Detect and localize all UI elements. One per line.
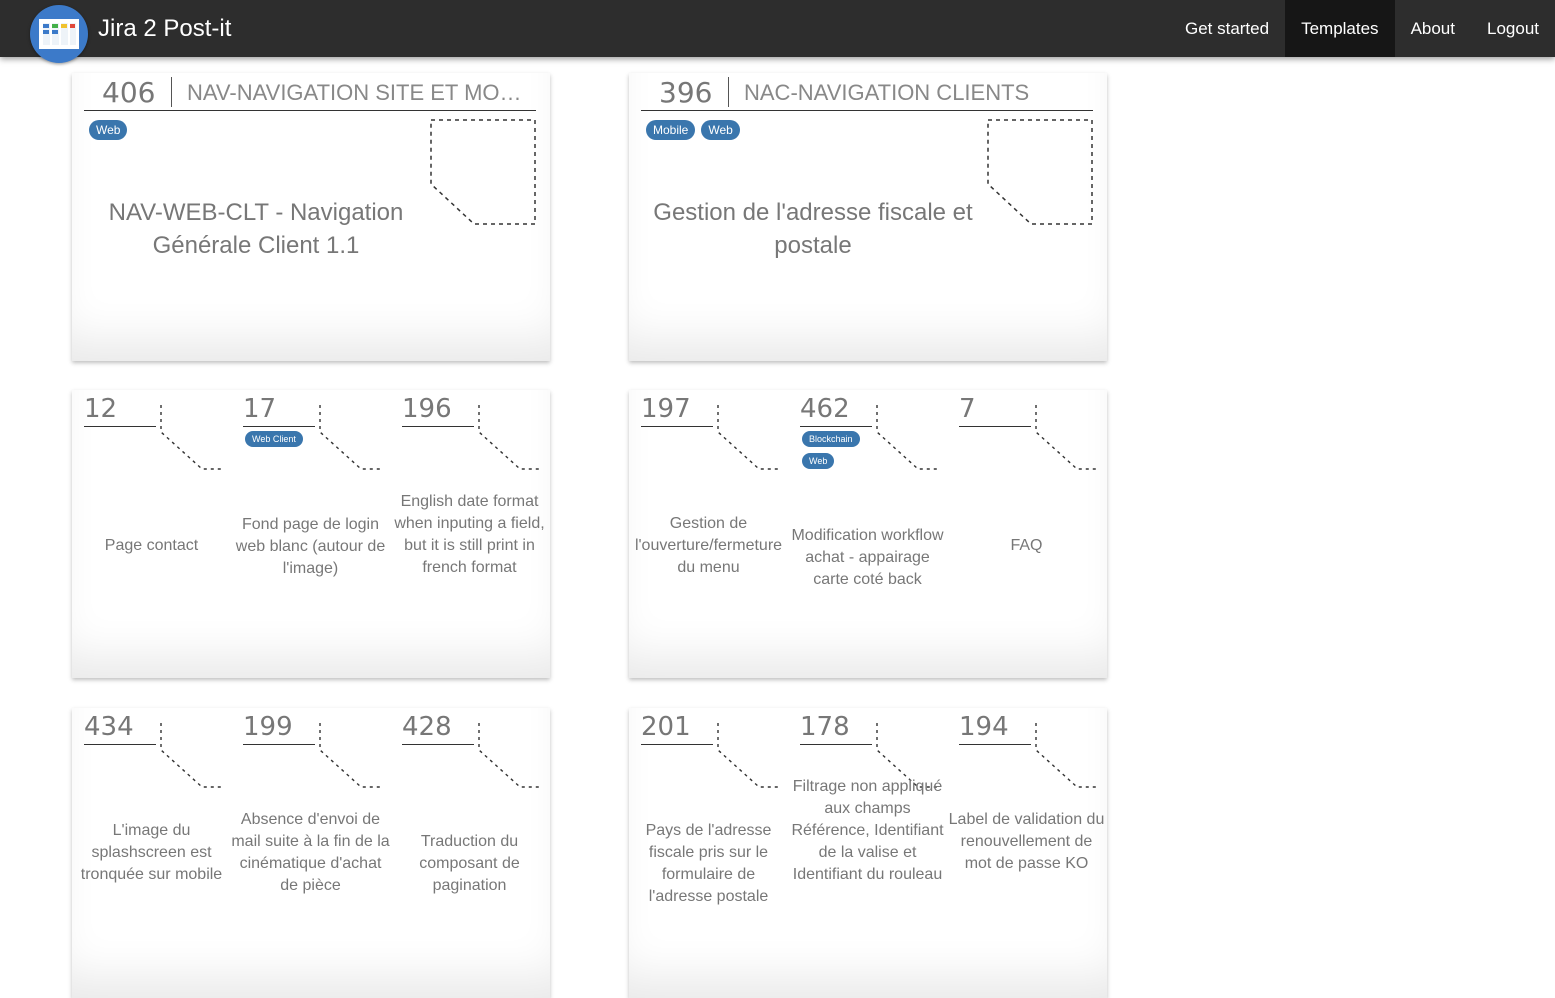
mini-issue[interactable]: 201 Pays de l'adresse fiscale pris sur l… <box>629 708 788 998</box>
epic-card: 396 NAC-NAVIGATION CLIENTS Mobile Web Ge… <box>629 73 1107 361</box>
issue-key: 196 <box>402 392 474 427</box>
issue-key: 396 <box>659 76 713 109</box>
mini-issue[interactable]: 197 Gestion de l'ouverture/fermeture du … <box>629 390 788 678</box>
folded-corner-icon <box>1035 723 1099 788</box>
app-logo-icon[interactable] <box>30 5 88 63</box>
nav-get-started[interactable]: Get started <box>1169 0 1285 57</box>
nav-about[interactable]: About <box>1395 0 1471 57</box>
mini-issue[interactable]: 178 Filtrage non appliqué aux champs Réf… <box>788 708 947 998</box>
folded-corner-icon <box>717 723 781 788</box>
tag-badge: Web Client <box>245 431 303 447</box>
mini-issue[interactable]: 194 Label de validation du renouvellemen… <box>947 708 1106 998</box>
issue-summary: English date format when inputing a fiel… <box>394 493 545 576</box>
nav-logout[interactable]: Logout <box>1471 0 1555 57</box>
epic-card: 406 NAV-NAVIGATION SITE ET MOBILE Web NA… <box>72 73 550 361</box>
header-divider <box>728 77 729 107</box>
epic-name: NAV-NAVIGATION SITE ET MOBILE <box>187 80 532 105</box>
issue-card: 197 Gestion de l'ouverture/fermeture du … <box>629 390 1107 678</box>
folded-corner-icon <box>478 723 542 788</box>
mini-issue[interactable]: 7 FAQ <box>947 390 1106 678</box>
folded-corner-icon <box>430 119 536 225</box>
header-divider <box>171 77 172 107</box>
issue-summary: Fond page de login web blanc (autour de … <box>235 516 386 577</box>
tag-list: Web Client <box>245 431 303 447</box>
folded-corner-icon <box>319 405 383 470</box>
navbar: Jira 2 Post-it Get started Templates Abo… <box>0 0 1555 63</box>
issue-key: 434 <box>84 710 156 745</box>
nav-templates[interactable]: Templates <box>1285 0 1395 57</box>
folded-corner-icon <box>876 405 940 470</box>
issue-summary: Page contact <box>104 537 199 554</box>
mini-issue[interactable]: 428 Traduction du composant de paginatio… <box>390 708 549 998</box>
app-title[interactable]: Jira 2 Post-it <box>98 14 231 44</box>
issue-key: 178 <box>800 710 872 745</box>
folded-corner-icon <box>1035 405 1099 470</box>
tag-badge: Web <box>802 453 835 469</box>
issue-card: 12 Page contact 17 Web Client Fond page … <box>72 390 550 678</box>
tag-list: Mobile Web <box>646 120 740 140</box>
mini-issue[interactable]: 434 L'image du splashscreen est tronquée… <box>72 708 231 998</box>
issue-key: 201 <box>641 710 713 745</box>
tag-badge: Blockchain <box>802 431 860 447</box>
issue-key: 17 <box>243 392 315 427</box>
issue-key: 12 <box>84 392 156 427</box>
issue-key: 197 <box>641 392 713 427</box>
tag-badge: Mobile <box>646 120 696 140</box>
issue-summary: Pays de l'adresse fiscale pris sur le fo… <box>645 822 772 905</box>
issue-key: 194 <box>959 710 1031 745</box>
tag-list: Web <box>89 120 128 140</box>
folded-corner-icon <box>717 405 781 470</box>
issue-summary: L'image du splashscreen est tronquée sur… <box>80 822 223 883</box>
issue-summary: Gestion de l'adresse fiscale et postale <box>653 199 973 259</box>
nav-menu: Get started Templates About Logout <box>1169 0 1555 57</box>
issue-key: 428 <box>402 710 474 745</box>
mini-issue[interactable]: 17 Web Client Fond page de login web bla… <box>231 390 390 678</box>
tag-badge: Web <box>701 120 740 140</box>
issue-summary: Label de validation du renouvellement de… <box>948 811 1105 872</box>
folded-corner-icon <box>319 723 383 788</box>
mini-issue[interactable]: 12 Page contact <box>72 390 231 678</box>
folded-corner-icon <box>987 119 1093 225</box>
tag-list: Blockchain Web <box>802 431 860 469</box>
issue-summary: Absence d'envoi de mail suite à la fin d… <box>231 811 390 894</box>
folded-corner-icon <box>160 405 224 470</box>
issue-summary: Traduction du composant de pagination <box>419 833 520 894</box>
issue-summary: Modification workflow achat - appairage … <box>791 527 944 588</box>
mini-issue[interactable]: 462 Blockchain Web Modification workflow… <box>788 390 947 678</box>
tag-badge: Web <box>89 120 128 140</box>
issue-summary: Gestion de l'ouverture/fermeture du menu <box>634 515 783 576</box>
card-header: 396 NAC-NAVIGATION CLIENTS <box>641 73 1093 111</box>
card-header: 406 NAV-NAVIGATION SITE ET MOBILE <box>84 73 536 111</box>
folded-corner-icon <box>478 405 542 470</box>
issue-key: 7 <box>959 392 1031 427</box>
issue-summary: Filtrage non appliqué aux champs Référen… <box>791 778 944 883</box>
issue-card: 434 L'image du splashscreen est tronquée… <box>72 708 550 998</box>
mini-issue[interactable]: 196 English date format when inputing a … <box>390 390 549 678</box>
folded-corner-icon <box>160 723 224 788</box>
issue-card: 201 Pays de l'adresse fiscale pris sur l… <box>629 708 1107 998</box>
issue-key: 406 <box>102 76 156 109</box>
issue-key: 462 <box>800 392 872 427</box>
issue-summary: FAQ <box>1010 537 1043 554</box>
epic-name: NAC-NAVIGATION CLIENTS <box>744 80 1030 105</box>
mini-issue[interactable]: 199 Absence d'envoi de mail suite à la f… <box>231 708 390 998</box>
issue-key: 199 <box>243 710 315 745</box>
issue-summary: NAV-WEB-CLT - Navigation Générale Client… <box>108 199 404 259</box>
